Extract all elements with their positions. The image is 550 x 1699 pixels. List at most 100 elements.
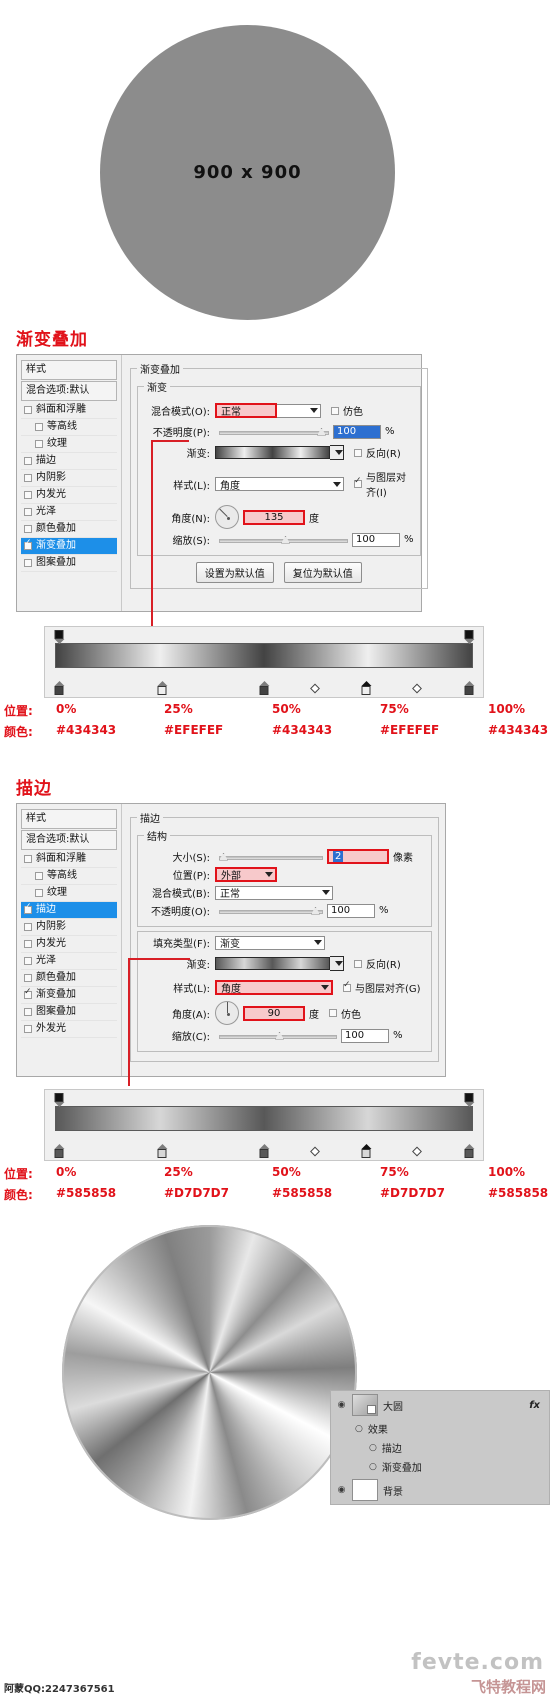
checkbox-icon[interactable] — [35, 440, 43, 448]
angle-value-highlight[interactable]: 90 — [243, 1005, 305, 1021]
align-layer-checkbox-row[interactable]: 与图层对齐(G) — [343, 980, 421, 995]
eye-icon[interactable]: ◉ — [336, 1400, 347, 1410]
checkbox-checked-icon[interactable] — [354, 476, 362, 488]
gradient-color-stop[interactable] — [361, 1144, 372, 1158]
eye-icon[interactable]: ◉ — [336, 1485, 347, 1495]
checkbox-checked-icon[interactable] — [24, 538, 32, 550]
style-item-gradient-overlay[interactable]: 渐变叠加 — [21, 538, 117, 555]
checkbox-icon[interactable] — [24, 474, 32, 482]
style-item-bevel-emboss[interactable]: 斜面和浮雕 — [21, 402, 117, 419]
gradient-color-stop[interactable] — [464, 681, 475, 695]
gradient-editor-strip-1[interactable] — [44, 626, 484, 698]
scale-value-field[interactable]: 100 — [341, 1028, 389, 1043]
checkbox-icon[interactable] — [24, 957, 32, 965]
checkbox-icon[interactable] — [24, 923, 32, 931]
gradient-preview-swatch[interactable] — [215, 957, 330, 970]
blend-mode-dropdown[interactable]: 正常 — [215, 885, 333, 900]
scale-slider[interactable] — [219, 534, 348, 546]
checkbox-icon[interactable] — [24, 940, 32, 948]
eye-icon[interactable]: ○ — [369, 1462, 377, 1472]
gradient-color-stop[interactable] — [54, 681, 65, 695]
layer-style-dialog-gradient-overlay[interactable]: 样式 混合选项:默认 斜面和浮雕 等高线 纹理 描边 内阴影 内发光 光泽 颜色… — [16, 354, 428, 612]
layer-row-big-circle[interactable]: ◉ 大圆 fx — [331, 1391, 549, 1419]
checkbox-icon[interactable] — [24, 974, 32, 982]
layer-effect-stroke[interactable]: ○ 描边 — [331, 1438, 549, 1457]
blending-options-item[interactable]: 混合选项:默认 — [21, 381, 117, 401]
style-item-texture[interactable]: 纹理 — [21, 885, 117, 902]
style-item-inner-glow[interactable]: 内发光 — [21, 487, 117, 504]
gradient-bar-preview[interactable] — [55, 643, 473, 668]
style-item-satin[interactable]: 光泽 — [21, 504, 117, 521]
style-item-stroke[interactable]: 描边 — [21, 902, 117, 919]
reverse-checkbox-row[interactable]: 反向(R) — [354, 956, 401, 971]
gradient-overlay-settings-panel[interactable]: 渐变叠加 渐变 混合模式(O): 正常 仿色 不透明度(P): 100 % 渐变… — [122, 355, 434, 611]
gradient-picker[interactable] — [215, 956, 344, 971]
layer-style-dialog-stroke[interactable]: 样式 混合选项:默认 斜面和浮雕 等高线 纹理 描边 内阴影 内发光 光泽 — [16, 803, 446, 1077]
checkbox-icon[interactable] — [24, 525, 32, 533]
checkbox-icon[interactable] — [35, 889, 43, 897]
layers-panel[interactable]: ◉ 大圆 fx ○ 效果 ○ 描边 ○ 渐变叠加 ◉ 背景 — [330, 1390, 550, 1505]
checkbox-icon[interactable] — [24, 855, 32, 863]
checkbox-icon[interactable] — [24, 559, 32, 567]
gradient-midpoint-marker[interactable] — [412, 1146, 422, 1157]
opacity-value-field[interactable]: 100 — [333, 424, 381, 439]
dither-checkbox-row[interactable]: 仿色 — [329, 1006, 361, 1021]
blend-mode-value-highlight[interactable]: 正常 — [215, 403, 277, 418]
stroke-settings-panel[interactable]: 描边 结构 大小(S): 2 像素 位置(P): 外部 混合模式(B): 正常 … — [122, 804, 445, 1076]
gradient-style-highlight[interactable]: 角度 — [215, 980, 333, 995]
eye-icon[interactable]: ○ — [369, 1443, 377, 1453]
blending-options-item[interactable]: 混合选项:默认 — [21, 830, 117, 850]
layer-thumbnail[interactable] — [352, 1394, 378, 1416]
checkbox-icon[interactable] — [329, 1009, 337, 1017]
checkbox-checked-icon[interactable] — [24, 987, 32, 999]
checkbox-icon[interactable] — [331, 406, 339, 415]
checkbox-icon[interactable] — [354, 448, 362, 457]
slider-thumb[interactable] — [281, 535, 290, 544]
style-item-inner-shadow[interactable]: 内阴影 — [21, 919, 117, 936]
angle-dial[interactable] — [215, 505, 239, 529]
gradient-editor-strip-2[interactable] — [44, 1089, 484, 1161]
reset-to-default-button[interactable]: 复位为默认值 — [283, 562, 362, 583]
gradient-midpoint-marker[interactable] — [310, 683, 320, 694]
checkbox-icon[interactable] — [24, 1025, 32, 1033]
opacity-slider[interactable] — [219, 905, 323, 917]
slider-thumb[interactable] — [311, 906, 320, 915]
set-as-default-button[interactable]: 设置为默认值 — [195, 562, 274, 583]
style-item-texture[interactable]: 纹理 — [21, 436, 117, 453]
style-item-color-overlay[interactable]: 颜色叠加 — [21, 970, 117, 987]
checkbox-icon[interactable] — [24, 1008, 32, 1016]
styles-list-panel[interactable]: 样式 混合选项:默认 斜面和浮雕 等高线 纹理 描边 内阴影 内发光 光泽 — [17, 804, 122, 1076]
reverse-checkbox-row[interactable]: 反向(R) — [354, 445, 401, 460]
slider-thumb[interactable] — [275, 1031, 284, 1040]
checkbox-checked-icon[interactable] — [24, 902, 32, 914]
gradient-dropdown-button[interactable] — [330, 956, 344, 971]
gradient-color-stop[interactable] — [259, 1144, 270, 1158]
style-item-pattern-overlay[interactable]: 图案叠加 — [21, 555, 117, 572]
checkbox-icon[interactable] — [35, 423, 43, 431]
opacity-slider[interactable] — [219, 426, 329, 438]
style-item-gradient-overlay[interactable]: 渐变叠加 — [21, 987, 117, 1004]
size-value-highlight[interactable]: 2 — [327, 849, 389, 864]
styles-list-panel[interactable]: 样式 混合选项:默认 斜面和浮雕 等高线 纹理 描边 内阴影 内发光 光泽 — [17, 355, 122, 611]
slider-thumb[interactable] — [219, 852, 228, 861]
gradient-color-stop[interactable] — [361, 681, 372, 695]
slider-thumb[interactable] — [317, 427, 326, 436]
style-item-satin[interactable]: 光泽 — [21, 953, 117, 970]
gradient-opacity-stop[interactable] — [54, 1093, 65, 1107]
gradient-picker[interactable] — [215, 445, 344, 460]
scale-value-field[interactable]: 100 — [352, 532, 400, 547]
style-item-contour[interactable]: 等高线 — [21, 868, 117, 885]
fx-badge[interactable]: fx — [529, 1400, 540, 1411]
style-item-inner-shadow[interactable]: 内阴影 — [21, 470, 117, 487]
style-item-stroke[interactable]: 描边 — [21, 453, 117, 470]
gradient-bar-preview[interactable] — [55, 1106, 473, 1131]
blend-mode-dropdown[interactable] — [277, 403, 321, 418]
size-slider[interactable] — [219, 851, 323, 863]
gradient-color-stop[interactable] — [54, 1144, 65, 1158]
style-item-inner-glow[interactable]: 内发光 — [21, 936, 117, 953]
scale-slider[interactable] — [219, 1030, 337, 1042]
eye-icon[interactable]: ○ — [355, 1424, 363, 1434]
align-layer-checkbox-row[interactable]: 与图层对齐(I) — [354, 469, 414, 499]
checkbox-icon[interactable] — [24, 457, 32, 465]
gradient-opacity-stop[interactable] — [54, 630, 65, 644]
